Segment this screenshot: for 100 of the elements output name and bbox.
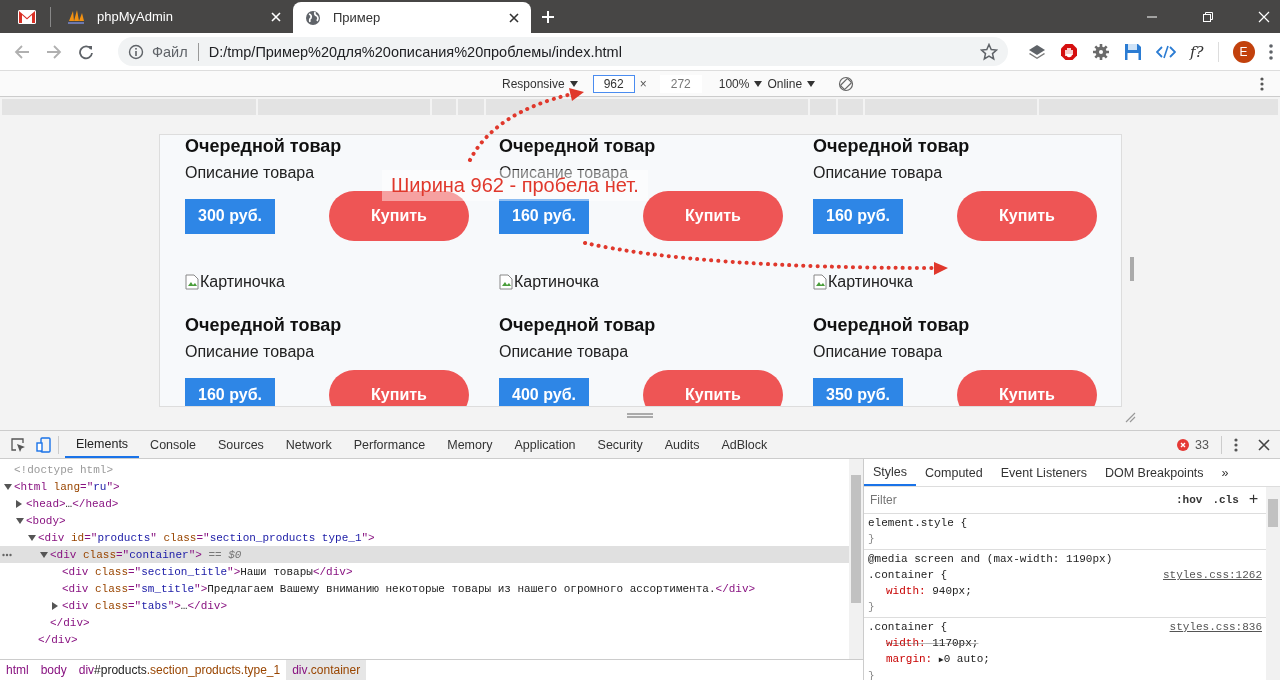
scheme-label: Файл bbox=[152, 43, 188, 60]
devtools-tab[interactable]: Elements bbox=[65, 431, 140, 458]
css-selector: element.style { bbox=[868, 516, 968, 531]
star-icon[interactable] bbox=[980, 42, 998, 61]
resize-handle[interactable] bbox=[627, 413, 653, 418]
width-field[interactable]: 962 bbox=[592, 74, 635, 93]
menu-icon[interactable] bbox=[1268, 43, 1273, 60]
class-toggle-button[interactable]: .cls bbox=[1212, 494, 1239, 506]
ellipsis-icon[interactable] bbox=[2, 553, 12, 557]
styles-tab[interactable]: Event Listeners bbox=[991, 459, 1096, 486]
mail-icon bbox=[18, 9, 36, 24]
rotate-icon[interactable] bbox=[838, 75, 855, 92]
devtools-tab[interactable]: Memory bbox=[436, 431, 504, 458]
browser-tab[interactable]: Пример bbox=[293, 2, 531, 33]
css-selector: .container { bbox=[868, 620, 948, 635]
close-icon[interactable] bbox=[1258, 438, 1270, 451]
layers-icon[interactable] bbox=[1028, 42, 1046, 61]
devtools-tab[interactable]: AdBlock bbox=[710, 431, 779, 458]
source-link[interactable]: styles.css:1262 bbox=[1162, 567, 1262, 583]
new-rule-button[interactable]: + bbox=[1248, 491, 1259, 509]
breadcrumb[interactable]: body bbox=[34, 660, 73, 680]
broken-image: Картиночка bbox=[185, 272, 285, 292]
dom-node-row[interactable]: </div> bbox=[0, 631, 849, 648]
price-tag: 160 руб. bbox=[499, 198, 589, 234]
dom-node-row[interactable]: <div class="tabs">…</div> bbox=[0, 597, 849, 614]
product-description: Описание товара bbox=[499, 342, 630, 362]
closing-brace: } bbox=[868, 532, 876, 547]
more-tabs-button[interactable]: » bbox=[1212, 459, 1238, 486]
scrollbar-thumb[interactable] bbox=[851, 475, 861, 603]
browser-tab[interactable]: phpMyAdmin bbox=[55, 0, 293, 33]
gear-icon[interactable] bbox=[1092, 42, 1110, 61]
dom-node-row[interactable]: <div class="container"> == $0 bbox=[0, 546, 849, 563]
product-title: Очередной товар bbox=[813, 135, 971, 157]
info-icon bbox=[128, 43, 144, 60]
product-title: Очередной товар bbox=[499, 314, 657, 336]
dom-node-row[interactable]: <div id="products" class="section_products type_1"> bbox=[0, 529, 849, 546]
restore-icon[interactable] bbox=[1202, 10, 1214, 23]
price-tag: 160 руб. bbox=[813, 198, 903, 234]
product-description: Описание товара bbox=[813, 342, 944, 362]
scrollbar-thumb[interactable] bbox=[1268, 499, 1278, 527]
styles-tab[interactable]: DOM Breakpoints bbox=[1095, 459, 1213, 486]
collapsed-arrow-icon[interactable] bbox=[52, 601, 58, 610]
price-tag: 400 руб. bbox=[499, 377, 589, 406]
styles-tab[interactable]: Computed bbox=[916, 459, 992, 486]
floppy-icon[interactable] bbox=[1124, 42, 1142, 61]
expanded-arrow-icon[interactable] bbox=[4, 483, 12, 490]
close-icon[interactable] bbox=[509, 12, 519, 23]
height-field[interactable]: 272 bbox=[659, 74, 702, 93]
breadcrumb[interactable]: div#products.section_products.type_1 bbox=[72, 660, 287, 680]
device-toggle-icon[interactable] bbox=[36, 436, 52, 453]
extension-button[interactable]: f? bbox=[1190, 42, 1204, 61]
error-icon bbox=[1177, 438, 1190, 451]
price-tag: 300 руб. bbox=[185, 198, 275, 234]
device-mode-dropdown[interactable]: Responsive bbox=[502, 76, 565, 91]
error-count[interactable]: 33 bbox=[1195, 437, 1209, 452]
caret-icon bbox=[754, 80, 763, 87]
caret-icon bbox=[807, 80, 816, 87]
devtools-tab[interactable]: Application bbox=[503, 431, 587, 458]
profile-avatar[interactable]: E bbox=[1232, 40, 1255, 63]
more-icon[interactable] bbox=[1234, 437, 1238, 452]
dom-node-row[interactable]: <html lang="ru"> bbox=[0, 478, 849, 495]
css-declaration[interactable]: width: 1170px; bbox=[868, 635, 1262, 651]
address-field[interactable]: Файл D:/tmp/Пример%20для%20описания%20проблемы/index.html bbox=[118, 37, 1008, 66]
breadcrumb[interactable]: div.container bbox=[286, 660, 367, 680]
url-text: D:/tmp/Пример%20для%20описания%20проблемы/index.html bbox=[208, 43, 623, 60]
devtools-tab[interactable]: Performance bbox=[342, 431, 437, 458]
media-query: @media screen and (max-width: 1190px) bbox=[868, 552, 1114, 567]
resize-handle[interactable] bbox=[1130, 257, 1134, 281]
more-icon[interactable] bbox=[1260, 77, 1264, 91]
expanded-arrow-icon[interactable] bbox=[28, 534, 36, 541]
dom-node-row[interactable]: </div> bbox=[0, 614, 849, 631]
dom-node-row[interactable]: <div class="section_title">Наши товары</div> bbox=[0, 563, 849, 580]
expanded-arrow-icon[interactable] bbox=[40, 551, 48, 558]
devtools-tab[interactable]: Security bbox=[586, 431, 654, 458]
resize-corner-icon[interactable] bbox=[1125, 412, 1136, 423]
reload-icon[interactable] bbox=[78, 43, 94, 60]
collapsed-arrow-icon[interactable] bbox=[16, 499, 22, 508]
product-description: Описание товара bbox=[185, 342, 316, 362]
dom-node-row[interactable]: <body> bbox=[0, 512, 849, 529]
devtools-tab[interactable]: Sources bbox=[207, 431, 275, 458]
broken-image-icon bbox=[813, 274, 827, 290]
devtools-tab[interactable]: Audits bbox=[653, 431, 711, 458]
breadcrumb[interactable]: html bbox=[0, 660, 35, 680]
hand-icon[interactable] bbox=[1060, 42, 1078, 61]
styles-tab[interactable]: Styles bbox=[864, 459, 917, 486]
devtools-tab[interactable]: Network bbox=[274, 431, 343, 458]
css-selector: .container { bbox=[868, 568, 948, 583]
hover-state-button[interactable]: :hov bbox=[1176, 494, 1203, 506]
new-tab-icon[interactable] bbox=[541, 9, 555, 24]
dom-node-row[interactable]: <div class="sm_title">Предлагаем Вашему вниманию некоторые товары из нашего огромного ассортимента.</div> bbox=[0, 580, 849, 597]
devtools-tab[interactable]: Console bbox=[139, 431, 207, 458]
code-icon[interactable] bbox=[1156, 43, 1176, 60]
css-declaration[interactable]: margin: ▶0 auto; bbox=[868, 651, 1262, 668]
zoom-dropdown[interactable]: 100% bbox=[718, 76, 750, 91]
css-declaration[interactable]: width: 940px; bbox=[868, 583, 1262, 599]
dom-node-row[interactable]: <head>…</head> bbox=[0, 495, 849, 512]
throttle-dropdown[interactable]: Online bbox=[767, 76, 803, 91]
inspect-icon[interactable] bbox=[10, 436, 26, 453]
source-link[interactable]: styles.css:836 bbox=[1169, 619, 1262, 635]
expanded-arrow-icon[interactable] bbox=[16, 517, 24, 524]
